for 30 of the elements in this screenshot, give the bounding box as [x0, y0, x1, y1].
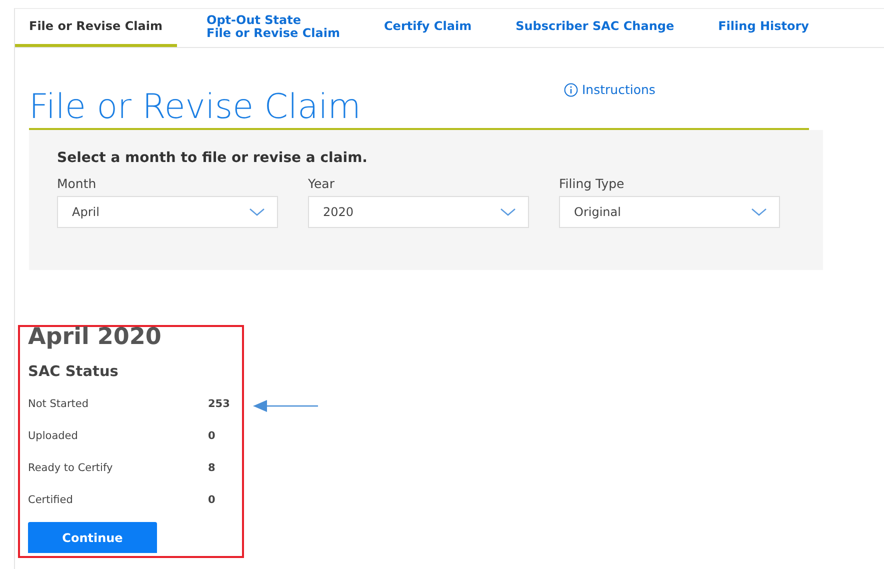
status-label: Certified: [28, 494, 74, 506]
status-label: Ready to Certify: [28, 462, 114, 474]
info-icon: [564, 82, 578, 96]
field-label: Filing Type: [559, 176, 626, 191]
tab[interactable]: Filing History: [704, 9, 823, 47]
instructions-link[interactable]: Instructions: [564, 82, 656, 97]
summary-subtitle: SAC Status: [28, 364, 120, 380]
status-count: 0: [208, 430, 216, 442]
dropdown[interactable]: April: [57, 196, 278, 228]
tab[interactable]: Opt-Out State File or Revise Claim: [192, 9, 354, 47]
chevron-down-icon: [500, 208, 516, 216]
chevron-down-icon: [751, 208, 767, 216]
dropdown[interactable]: 2020: [308, 196, 529, 228]
status-label: Uploaded: [28, 430, 79, 442]
status-label: Not Started: [28, 398, 90, 410]
tab[interactable]: Subscriber SAC Change: [502, 9, 688, 47]
status-count: 253: [208, 398, 230, 410]
page-title: File or Revise Claim: [29, 86, 362, 128]
tab[interactable]: File or Revise Claim: [15, 9, 176, 47]
pointer-arrow: [252, 398, 320, 414]
field-label: Month: [57, 176, 98, 191]
dropdown[interactable]: Original: [559, 196, 780, 228]
continue-button[interactable]: Continue: [28, 522, 157, 553]
chevron-down-icon: [249, 208, 265, 216]
field-label: Year: [308, 176, 336, 191]
status-count: 8: [208, 462, 216, 474]
tab[interactable]: Certify Claim: [370, 9, 486, 47]
status-count: 0: [208, 494, 216, 506]
panel-heading: Select a month to file or revise a claim.: [57, 150, 368, 166]
summary-title: April 2020: [28, 324, 162, 350]
